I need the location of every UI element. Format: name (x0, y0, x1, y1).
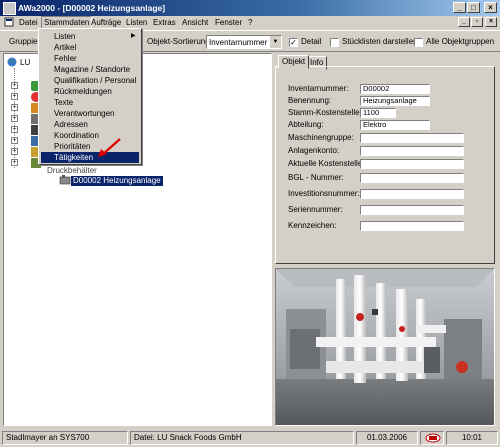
sort-select-value: Inventarnummer (209, 38, 268, 47)
alle-gruppen-label: Alle Objektgruppen (426, 37, 495, 46)
field-label: Investitionsnummer: (288, 189, 360, 198)
menu-auftraege[interactable]: Aufträge (89, 17, 123, 28)
dropdown-item-adressen[interactable]: Adressen (41, 119, 139, 130)
kostenstelle-field[interactable]: 1100 (360, 108, 396, 118)
red-arrow-icon (96, 137, 122, 159)
app-icon (3, 2, 16, 15)
field-label: Benennung: (288, 96, 332, 105)
dropdown-item-texte[interactable]: Texte (41, 97, 139, 108)
stammdaten-dropdown: Listen ▶ Artikel Fehler Magazine / Stand… (38, 28, 142, 165)
tree-expander[interactable]: + (11, 148, 18, 155)
investitionsnummer-field[interactable] (360, 189, 464, 199)
field-label: Inventarnummer: (288, 84, 349, 93)
dropdown-item-artikel[interactable]: Artikel (41, 42, 139, 53)
mdi-minimize-button[interactable]: _ (458, 17, 470, 27)
dropdown-item-verantwortungen[interactable]: Verantwortungen (41, 108, 139, 119)
status-database: Datei: LU Snack Foods GmbH (130, 431, 354, 445)
status-indicator (420, 431, 444, 445)
benennung-field[interactable]: Heizungsanlage (360, 96, 430, 106)
globe-icon (7, 57, 17, 67)
check-mark-icon: ✓ (290, 38, 297, 47)
object-photo (275, 268, 495, 426)
anlagenkonto-field[interactable] (360, 146, 464, 156)
status-bar: Stadlmayer an SYS700 Datei: LU Snack Foo… (0, 429, 500, 447)
tree-expander[interactable]: + (11, 104, 18, 111)
kennzeichen-field[interactable] (360, 221, 464, 231)
status-logo-icon (425, 433, 441, 443)
alle-gruppen-checkbox[interactable] (414, 38, 423, 47)
tree-expander[interactable]: + (11, 159, 18, 166)
dropdown-item-qualifikation[interactable]: Qualifikation / Personal (41, 75, 139, 86)
menu-ansicht[interactable]: Ansicht (180, 17, 210, 28)
maximize-button[interactable]: □ (467, 2, 480, 13)
machine-icon (59, 175, 71, 185)
menu-datei[interactable]: Datei (17, 17, 40, 28)
field-label: Abteilung: (288, 120, 324, 129)
close-button[interactable]: × (484, 2, 497, 13)
submenu-arrow-icon: ▶ (131, 33, 136, 39)
field-label: BGL - Nummer: (288, 173, 344, 182)
stueckliste-label: Stücklisten darstellen (342, 37, 418, 46)
tree-expander[interactable]: + (11, 93, 18, 100)
bgl-nummer-field[interactable] (360, 173, 464, 183)
status-time: 10:01 (446, 431, 498, 445)
objekt-form: Inventarnummer: D00002 Benennung: Heizun… (275, 66, 495, 264)
menu-help[interactable]: ? (246, 17, 254, 28)
sort-select[interactable]: Inventarnummer ▼ (206, 35, 282, 49)
window-title: AWa2000 - [D00002 Heizungsanlage] (18, 3, 166, 13)
field-label: Stamm-Kostenstelle: (288, 108, 362, 117)
field-label: Maschinengruppe: (288, 133, 354, 142)
field-label: Seriennummer: (288, 205, 343, 214)
status-user: Stadlmayer an SYS700 (2, 431, 128, 445)
seriennummer-field[interactable] (360, 205, 464, 215)
detail-label: Detail (301, 37, 322, 46)
dropdown-item-fehler[interactable]: Fehler (41, 53, 139, 64)
menu-listen[interactable]: Listen (124, 17, 149, 28)
status-date: 01.03.2006 (356, 431, 418, 445)
menu-extras[interactable]: Extras (151, 17, 178, 28)
abteilung-field[interactable]: Elektro (360, 120, 430, 130)
tree-node-druckbehaelter[interactable]: Druckbehälter (47, 166, 97, 175)
inventarnummer-field[interactable]: D00002 (360, 84, 430, 94)
dropdown-item-koordination[interactable]: Koordination (41, 130, 139, 141)
document-icon[interactable] (4, 17, 15, 27)
dropdown-item-taetigkeiten[interactable]: Tätigkeiten (41, 152, 139, 163)
stueckliste-checkbox[interactable] (330, 38, 339, 47)
mdi-restore-button[interactable]: ▫ (471, 17, 483, 27)
dropdown-item-listen[interactable]: Listen (41, 31, 139, 42)
dropdown-item-prioritaeten[interactable]: Prioritäten (41, 141, 139, 152)
minimize-button[interactable]: _ (453, 2, 466, 13)
tree-expander[interactable]: + (11, 115, 18, 122)
field-label: Anlagenkonto: (288, 146, 340, 155)
tree-node-selected[interactable]: D00002 Heizungsanlage (71, 176, 163, 186)
menu-fenster[interactable]: Fenster (213, 17, 244, 28)
tree-expander[interactable]: + (11, 82, 18, 89)
dropdown-item-magazine[interactable]: Magazine / Standorte (41, 64, 139, 75)
sort-label: Objekt-Sortierung (147, 37, 210, 46)
detail-checkbox[interactable]: ✓ (289, 38, 298, 47)
tree-expander[interactable]: + (11, 137, 18, 144)
tab-objekt[interactable]: Objekt (278, 55, 310, 69)
dropdown-item-rueckmeldungen[interactable]: Rückmeldungen (41, 86, 139, 97)
field-label: Kennzeichen: (288, 221, 337, 230)
tree-root-label[interactable]: LU (20, 58, 30, 67)
tree-expander[interactable]: + (11, 126, 18, 133)
aktuelle-kostenstelle-field[interactable] (360, 159, 464, 169)
title-bar[interactable]: AWa2000 - [D00002 Heizungsanlage] _ □ × (0, 0, 500, 16)
mdi-close-button[interactable]: × (485, 17, 497, 27)
field-label: Aktuelle Kostenstelle: (288, 159, 365, 168)
maschinengruppe-field[interactable] (360, 133, 464, 143)
chevron-down-icon[interactable]: ▼ (269, 36, 281, 48)
